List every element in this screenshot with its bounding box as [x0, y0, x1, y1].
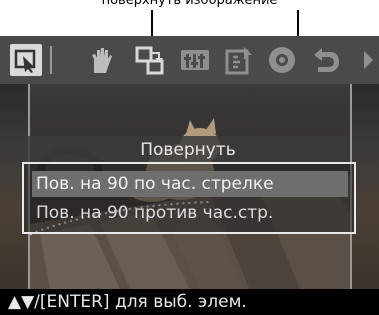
rotate-menu: Пов. на 90 по час. стрелке Пов. на 90 пр… — [22, 162, 356, 234]
menu-title-bar: Повернуть — [28, 136, 348, 162]
device-screen: Повернуть Пов. на 90 по час. стрелке Пов… — [0, 36, 379, 315]
status-bar: ▲▼/[ENTER] для выб. элем. — [0, 289, 379, 315]
red-eye-icon[interactable] — [264, 44, 300, 76]
menu-item-rotate-clockwise[interactable]: Пов. на 90 по час. стрелке — [32, 171, 348, 197]
caption-text: поверхнуть изображение — [101, 0, 278, 8]
rotate-icon[interactable] — [133, 44, 167, 76]
leader-line-rotate — [151, 10, 153, 36]
toolbar-divider — [50, 46, 52, 74]
select-icon[interactable] — [10, 44, 42, 76]
menu-title: Повернуть — [140, 140, 236, 160]
callout-area: поверхнуть изображение — [0, 0, 379, 36]
adjust-sliders-icon[interactable] — [178, 44, 212, 76]
pan-hand-icon[interactable] — [84, 44, 118, 76]
leader-line-menu — [297, 10, 299, 36]
toolbar — [0, 36, 379, 84]
menu-item-rotate-counterclockwise[interactable]: Пов. на 90 против час.стр. — [32, 200, 348, 226]
next-arrow-icon[interactable] — [360, 44, 376, 76]
status-hint: ▲▼/[ENTER] для выб. элем. — [8, 292, 247, 312]
photo-preview: Повернуть Пов. на 90 по час. стрелке Пов… — [0, 84, 379, 289]
edit-filter-icon[interactable] — [222, 44, 256, 76]
undo-icon[interactable] — [307, 44, 343, 76]
